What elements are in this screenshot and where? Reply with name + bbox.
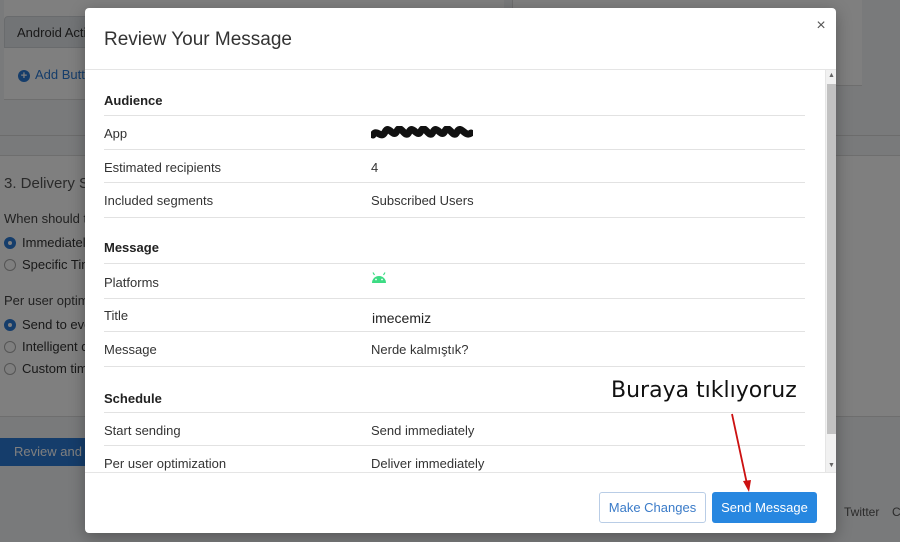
app-name-redacted	[369, 125, 475, 145]
optimization-value: Deliver immediately	[371, 456, 485, 471]
row-app: App	[104, 116, 805, 150]
send-message-button[interactable]: Send Message	[712, 492, 817, 523]
row-label: Platforms	[104, 274, 159, 290]
modal-header: Review Your Message ×	[85, 8, 836, 70]
scroll-down-icon[interactable]: ▼	[826, 460, 836, 472]
close-icon[interactable]: ×	[814, 17, 828, 35]
row-label: App	[104, 126, 128, 141]
review-content: Audience App Estimated recipients 4 Incl…	[104, 70, 805, 472]
row-label: Estimated recipients	[104, 159, 222, 175]
android-icon	[372, 271, 386, 283]
row-title: Title imecemiz	[104, 299, 805, 332]
make-changes-button[interactable]: Make Changes	[599, 492, 706, 523]
row-label: Start sending	[104, 422, 181, 438]
row-label: Included segments	[104, 193, 214, 208]
row-platforms: Platforms	[104, 264, 805, 299]
recipients-value: 4	[371, 159, 379, 175]
section-heading-message: Message	[104, 218, 805, 264]
row-message: Message Nerde kalmıştık?	[104, 332, 805, 366]
scroll-up-icon[interactable]: ▲	[826, 70, 836, 82]
annotation-text: Buraya tıklıyoruz	[611, 378, 797, 403]
modal-scrollbar[interactable]: ▲ ▼	[825, 70, 836, 472]
platform-value	[371, 271, 387, 287]
review-modal: Review Your Message × Audience App Estim…	[85, 8, 836, 533]
scroll-thumb[interactable]	[827, 84, 836, 434]
row-label: Per user optimization	[104, 456, 227, 471]
row-label: Title	[104, 307, 129, 323]
row-label: Message	[104, 342, 157, 357]
segments-value: Subscribed Users	[371, 193, 474, 208]
section-heading-audience: Audience	[104, 70, 805, 116]
row-recipients: Estimated recipients 4	[104, 150, 805, 183]
modal-title: Review Your Message	[104, 29, 292, 50]
modal-body[interactable]: Audience App Estimated recipients 4 Incl…	[85, 70, 836, 472]
row-start-sending: Start sending Send immediately	[104, 413, 805, 446]
start-value: Send immediately	[371, 422, 475, 438]
redacted-scribble-icon	[369, 125, 475, 139]
message-value: Nerde kalmıştık?	[371, 342, 469, 357]
modal-footer: Make Changes Send Message	[85, 472, 836, 533]
row-segments: Included segments Subscribed Users	[104, 183, 805, 217]
title-value: imecemiz	[372, 309, 432, 326]
row-optimization: Per user optimization Deliver immediatel…	[104, 446, 805, 472]
